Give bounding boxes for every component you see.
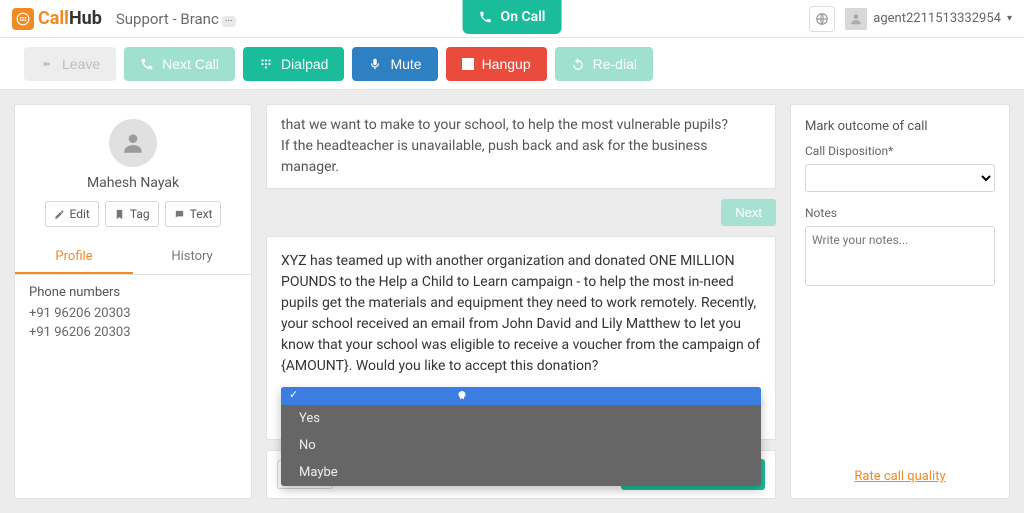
person-icon xyxy=(120,130,146,156)
disposition-label: Call Disposition* xyxy=(805,144,995,158)
rate-call-quality-link[interactable]: Rate call quality xyxy=(805,459,995,484)
user-name: agent2211513332954 xyxy=(873,11,1001,26)
response-dropdown-menu: ✓ Yes No Maybe xyxy=(281,387,761,486)
contact-profile-panel: Mahesh Nayak Edit Tag Text Profile Histo… xyxy=(14,104,252,499)
leave-icon xyxy=(40,57,54,71)
chevron-down-icon: ▾ xyxy=(1007,13,1012,24)
globe-icon[interactable] xyxy=(809,6,835,32)
pencil-icon xyxy=(54,209,65,220)
call-toolbar: Leave Next Call Dialpad Mute Hangup Re-d… xyxy=(0,38,1024,90)
next-call-button[interactable]: Next Call xyxy=(124,47,235,81)
bookmark-icon xyxy=(114,209,125,220)
check-icon: ✓ xyxy=(289,388,298,401)
brand-logo[interactable]: CallHub xyxy=(12,8,102,30)
redial-icon xyxy=(571,57,585,71)
contact-avatar xyxy=(109,119,157,167)
next-button[interactable]: Next xyxy=(721,199,776,226)
hangup-button[interactable]: Hangup xyxy=(446,47,547,81)
disposition-select[interactable] xyxy=(805,164,995,192)
outcome-panel: Mark outcome of call Call Disposition* N… xyxy=(790,104,1010,499)
mute-button[interactable]: Mute xyxy=(352,47,437,81)
phone-number: +91 96206 20303 xyxy=(29,325,237,340)
text-button[interactable]: Text xyxy=(165,201,222,227)
stop-icon xyxy=(462,58,474,70)
on-call-badge: On Call xyxy=(463,0,562,34)
dropdown-option[interactable]: Maybe xyxy=(281,459,761,486)
dialpad-button[interactable]: Dialpad xyxy=(243,47,344,81)
phone-icon xyxy=(479,10,493,24)
phone-icon xyxy=(140,57,154,71)
tab-history[interactable]: History xyxy=(133,241,251,274)
ellipsis-icon[interactable]: ··· xyxy=(222,16,236,27)
edit-button[interactable]: Edit xyxy=(45,201,99,227)
brand-left: Call xyxy=(38,8,69,29)
message-icon xyxy=(174,209,185,220)
mic-icon xyxy=(368,57,382,71)
dropdown-option[interactable]: Yes xyxy=(281,405,761,432)
redial-button[interactable]: Re-dial xyxy=(555,47,653,81)
tag-button[interactable]: Tag xyxy=(105,201,159,227)
brand-right: Hub xyxy=(69,8,102,29)
dropdown-option[interactable]: No xyxy=(281,432,761,459)
notes-label: Notes xyxy=(805,206,995,220)
previous-script-snippet: that we want to make to your school, to … xyxy=(266,104,776,189)
contact-name: Mahesh Nayak xyxy=(15,175,251,191)
dropdown-selected-blank[interactable]: ✓ xyxy=(281,387,761,405)
leave-button[interactable]: Leave xyxy=(24,47,116,81)
script-card: XYZ has teamed up with another organizat… xyxy=(266,236,776,440)
phone-numbers-label: Phone numbers xyxy=(29,285,237,300)
user-menu[interactable]: agent2211513332954 ▾ xyxy=(845,8,1012,30)
cursor-icon xyxy=(455,390,469,404)
outcome-title: Mark outcome of call xyxy=(805,119,995,134)
script-body: XYZ has teamed up with another organizat… xyxy=(281,251,761,377)
logo-icon xyxy=(12,8,34,30)
tab-profile[interactable]: Profile xyxy=(15,241,133,274)
phone-number: +91 96206 20303 xyxy=(29,306,237,321)
dialpad-icon xyxy=(259,57,273,71)
notes-textarea[interactable] xyxy=(805,226,995,286)
user-avatar-icon xyxy=(845,8,867,30)
campaign-name: Support - Branc··· xyxy=(116,10,236,28)
